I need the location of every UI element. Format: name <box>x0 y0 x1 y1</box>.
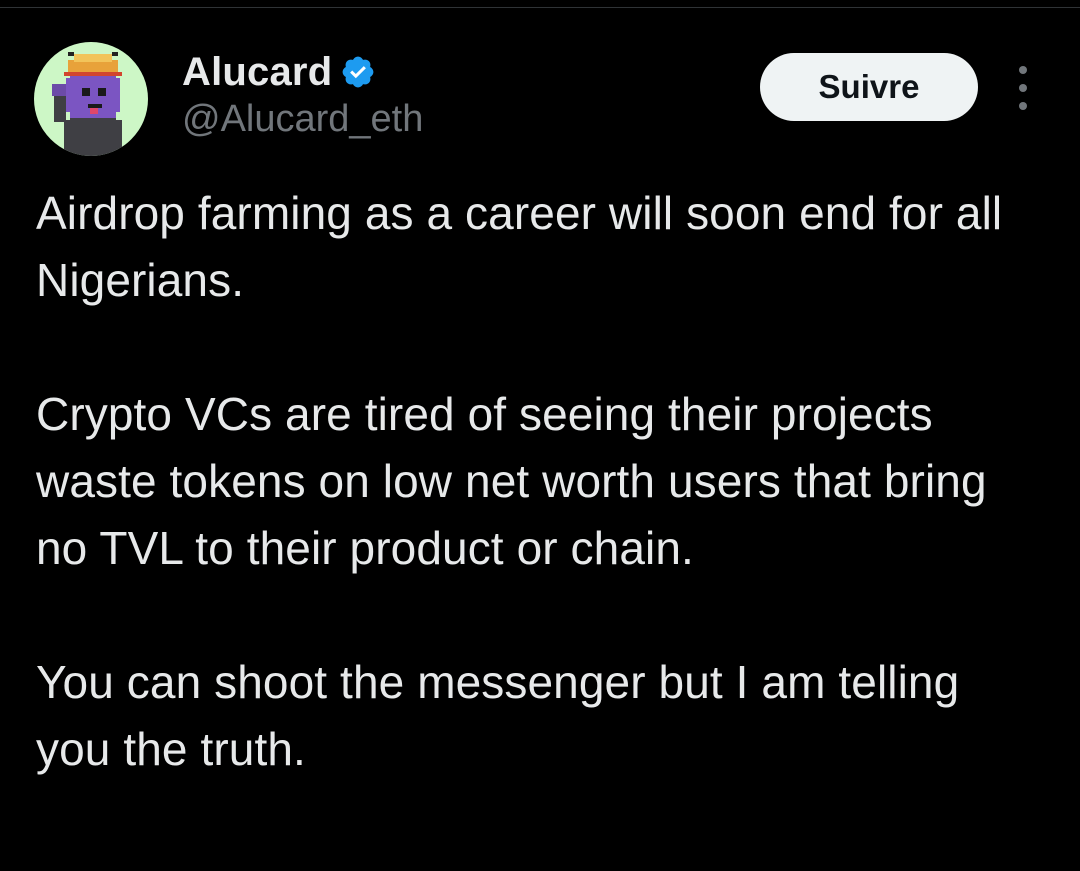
follow-button[interactable]: Suivre <box>760 53 978 121</box>
more-dot <box>1019 66 1027 74</box>
tweet-paragraph: Crypto VCs are tired of seeing their pro… <box>36 388 987 574</box>
tweet-paragraph: You can shoot the messenger but I am tel… <box>36 656 960 775</box>
tweet-text: Airdrop farming as a career will soon en… <box>36 180 1046 783</box>
verified-badge-icon <box>342 56 374 88</box>
author-name-row: Alucard <box>182 50 376 94</box>
more-options-icon[interactable] <box>1006 66 1040 110</box>
display-name[interactable]: Alucard <box>182 50 332 95</box>
avatar[interactable] <box>34 42 148 156</box>
top-divider <box>0 7 1080 8</box>
tweet-paragraph: Airdrop farming as a career will soon en… <box>36 187 1003 306</box>
author-handle[interactable]: @Alucard_eth <box>182 98 423 141</box>
pixel-character-avatar-icon <box>52 52 122 156</box>
more-dot <box>1019 84 1027 92</box>
more-dot <box>1019 102 1027 110</box>
